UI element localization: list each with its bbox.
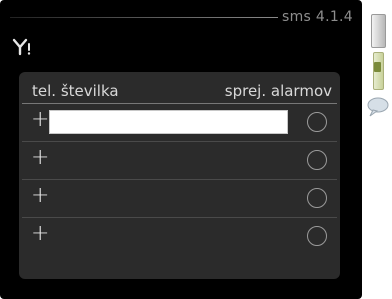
add-number-icon[interactable]: + <box>31 109 49 131</box>
table-row: + <box>22 142 337 180</box>
slider-thumb[interactable] <box>374 62 381 72</box>
table-row: + <box>22 104 337 142</box>
help-bubble-icon[interactable] <box>366 96 390 118</box>
scrollbar-handle[interactable] <box>371 14 386 48</box>
antenna-signal-icon <box>12 38 31 56</box>
alarm-radio-button[interactable] <box>307 188 327 208</box>
alarm-radio-button[interactable] <box>307 112 327 132</box>
column-header-alarm: sprej. alarmov <box>224 82 332 100</box>
display-screen: sms 4.1.4 tel. številka sprej. alarmov +… <box>0 0 362 299</box>
table-row: + <box>22 218 337 255</box>
add-number-icon[interactable]: + <box>31 223 49 245</box>
alarm-radio-button[interactable] <box>307 226 327 246</box>
column-header-phone: tel. številka <box>32 82 119 100</box>
header-divider <box>10 17 278 18</box>
table-row: + <box>22 180 337 218</box>
add-number-icon[interactable]: + <box>31 185 49 207</box>
phone-number-field[interactable] <box>49 110 288 134</box>
alarm-radio-button[interactable] <box>307 150 327 170</box>
page-title: sms 4.1.4 <box>282 9 353 25</box>
add-number-icon[interactable]: + <box>31 147 49 169</box>
